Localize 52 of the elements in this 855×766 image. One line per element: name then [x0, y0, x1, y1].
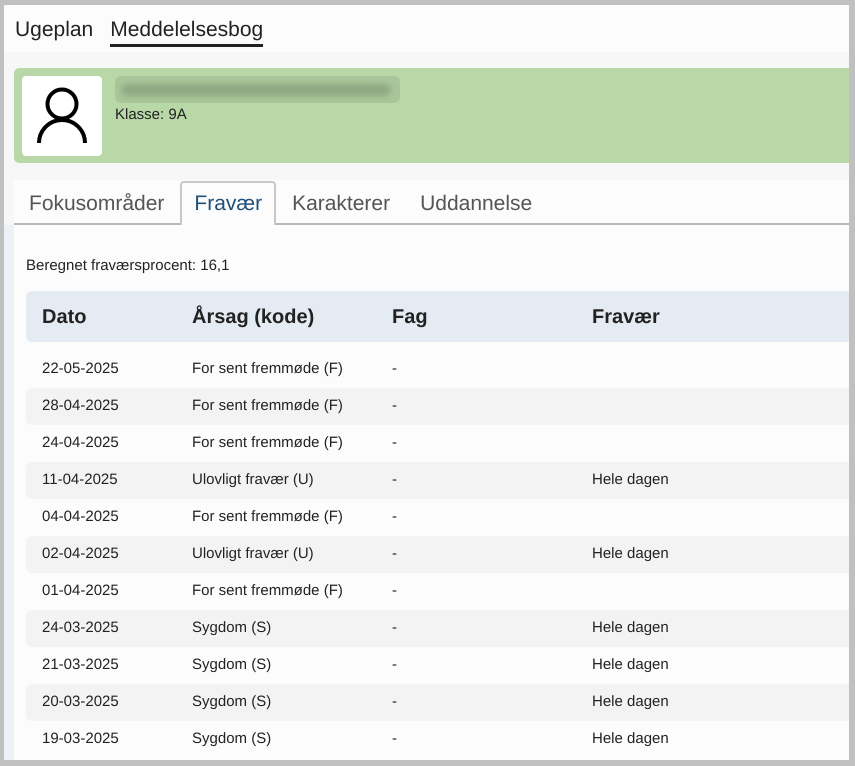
column-header: Årsag (kode)	[192, 304, 314, 330]
nav-link[interactable]: Meddelelsesbog	[110, 17, 264, 47]
reason-cell-text: Sygdom (S)	[192, 692, 272, 712]
reason-cell-text: Sygdom (S)	[192, 655, 272, 676]
subject-cell-text: -	[392, 396, 397, 416]
date-cell-text: 02-04-2025	[42, 544, 119, 564]
subject-cell-text: -	[392, 618, 397, 638]
date-cell-text: 24-03-2025	[42, 618, 119, 638]
date-cell-text: 28-04-2025	[42, 396, 119, 416]
absence-cell-text: Hele dagen	[592, 470, 669, 490]
absence-cell-text: Hele dagen	[592, 655, 669, 676]
reason-cell-text: For sent fremmøde (F)	[192, 507, 343, 528]
avatar-icon	[22, 76, 102, 156]
date-cell-text: 21-03-2025	[42, 655, 119, 676]
subject-cell-text: -	[392, 507, 397, 528]
tab[interactable]: Fokusområder	[15, 181, 178, 225]
column-header: Fravær	[592, 304, 660, 330]
subject-cell-text: -	[392, 692, 397, 712]
reason-cell-text: For sent fremmøde (F)	[192, 581, 343, 602]
reason-cell-text: For sent fremmøde (F)	[192, 396, 343, 416]
date-cell-text: 20-03-2025	[42, 692, 119, 712]
reason-cell-text: Sygdom (S)	[192, 729, 272, 750]
absence-cell-text: Hele dagen	[592, 692, 669, 712]
date-cell-text: 22-05-2025	[42, 359, 119, 380]
column-header: Dato	[42, 304, 86, 330]
tab[interactable]: Fravær	[180, 181, 276, 225]
subject-cell-text: -	[392, 581, 397, 602]
class-label: Klasse: 9A	[115, 105, 188, 125]
subject-cell-text: -	[392, 729, 397, 750]
subject-cell-text: -	[392, 359, 397, 380]
absence-cell-text: Hele dagen	[592, 544, 669, 564]
nav-link[interactable]: Ugeplan	[15, 17, 94, 47]
absence-cell-text: Hele dagen	[592, 729, 669, 750]
subject-cell-text: -	[392, 544, 397, 564]
subject-cell-text: -	[392, 470, 397, 490]
date-cell-text: 11-04-2025	[42, 470, 118, 490]
absence-cell-text: Hele dagen	[592, 618, 669, 638]
column-header: Fag	[392, 304, 428, 330]
date-cell-text: 19-03-2025	[42, 729, 119, 750]
tab[interactable]: Karakterer	[278, 181, 404, 225]
date-cell-text: 04-04-2025	[42, 507, 119, 528]
reason-cell-text: Ulovligt fravær (U)	[192, 544, 314, 564]
date-cell-text: 24-04-2025	[42, 433, 119, 454]
tab[interactable]: Uddannelse	[406, 181, 546, 225]
reason-cell-text: For sent fremmøde (F)	[192, 433, 343, 454]
absence-percentage-text: Beregnet fraværsprocent: 16,1	[26, 256, 230, 276]
reason-cell-text: Sygdom (S)	[192, 618, 272, 638]
subject-cell-text: -	[392, 655, 397, 676]
subject-cell-text: -	[392, 433, 397, 454]
reason-cell-text: For sent fremmøde (F)	[192, 359, 343, 380]
date-cell-text: 01-04-2025	[42, 581, 119, 602]
reason-cell-text: Ulovligt fravær (U)	[192, 470, 314, 490]
